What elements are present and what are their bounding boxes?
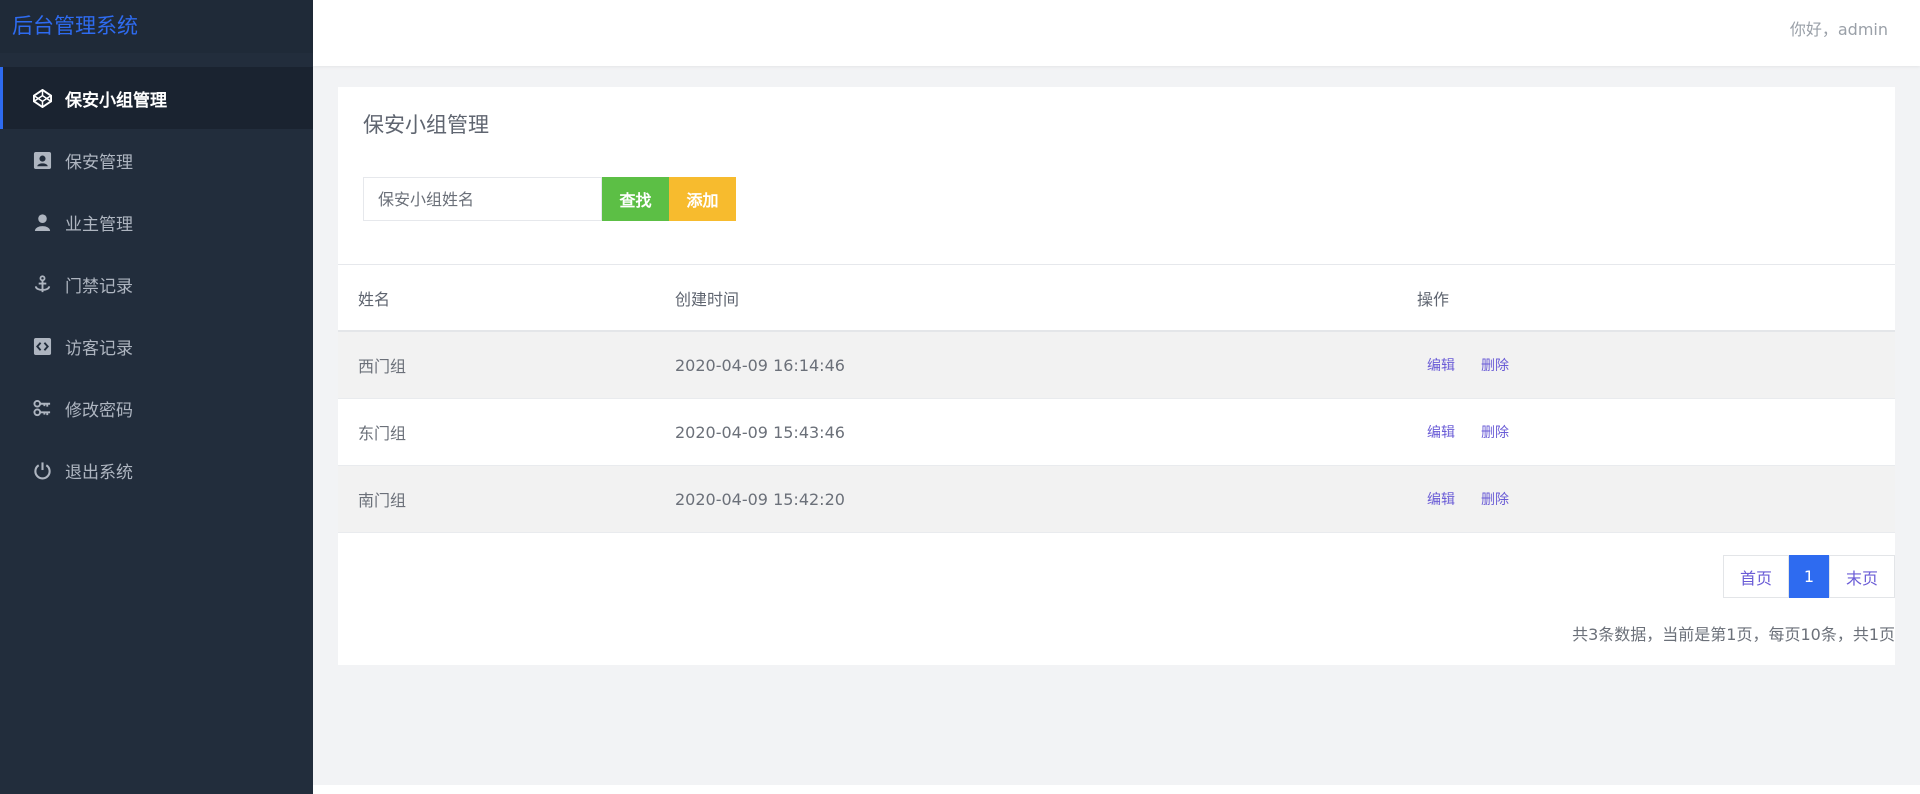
app-title: 后台管理系统 <box>0 0 313 53</box>
page-title: 保安小组管理 <box>363 113 489 137</box>
sidebar-item-label: 访客记录 <box>65 338 133 359</box>
sidebar-item-change-password[interactable]: 修改密码 <box>0 377 313 439</box>
cell-created: 2020-04-09 15:43:46 <box>675 422 845 442</box>
code-square-icon <box>33 337 52 356</box>
table-row: 西门组 2020-04-09 16:14:46 编辑 删除 <box>338 332 1895 399</box>
sidebar-item-guards[interactable]: 保安管理 <box>0 129 313 191</box>
header-created: 创建时间 <box>675 289 740 309</box>
sidebar-item-label: 保安管理 <box>65 152 133 173</box>
first-page-button[interactable]: 首页 <box>1723 555 1789 598</box>
search-input[interactable] <box>363 177 602 221</box>
sidebar: 后台管理系统 保安小组管理 保安管理 业主管理 门禁记录 访客记录 修改密码 退… <box>0 0 313 794</box>
cell-actions: 编辑 删除 <box>1417 422 1525 442</box>
content-card: 保安小组管理 查找 添加 姓名 创建时间 操作 西门组 2020-04-09 1… <box>338 87 1895 665</box>
page-number-button[interactable]: 1 <box>1789 555 1829 598</box>
cell-actions: 编辑 删除 <box>1417 489 1525 509</box>
codepen-icon <box>33 88 52 108</box>
delete-link[interactable]: 删除 <box>1481 425 1509 441</box>
edit-link[interactable]: 编辑 <box>1427 425 1455 441</box>
delete-link[interactable]: 删除 <box>1481 492 1509 508</box>
sidebar-item-access-records[interactable]: 门禁记录 <box>0 253 313 315</box>
power-icon <box>33 461 52 480</box>
cell-created: 2020-04-09 15:42:20 <box>675 489 845 509</box>
cell-name: 东门组 <box>358 424 407 443</box>
cell-name: 西门组 <box>358 357 407 376</box>
search-button[interactable]: 查找 <box>602 177 669 221</box>
last-page-button[interactable]: 末页 <box>1829 555 1895 598</box>
sidebar-nav: 保安小组管理 保安管理 业主管理 门禁记录 访客记录 修改密码 退出系统 <box>0 67 313 501</box>
delete-link[interactable]: 删除 <box>1481 358 1509 374</box>
id-card-icon <box>33 151 52 170</box>
cell-name: 南门组 <box>358 491 407 510</box>
sidebar-item-visitor-records[interactable]: 访客记录 <box>0 315 313 377</box>
sidebar-item-label: 业主管理 <box>65 214 133 235</box>
sidebar-item-owners[interactable]: 业主管理 <box>0 191 313 253</box>
header-name: 姓名 <box>358 289 391 309</box>
sidebar-item-label: 门禁记录 <box>65 276 133 297</box>
edit-link[interactable]: 编辑 <box>1427 358 1455 374</box>
edit-link[interactable]: 编辑 <box>1427 492 1455 508</box>
sidebar-item-label: 退出系统 <box>65 462 133 483</box>
keys-icon <box>33 399 52 418</box>
cell-actions: 编辑 删除 <box>1417 355 1525 375</box>
table-row: 东门组 2020-04-09 15:43:46 编辑 删除 <box>338 399 1895 466</box>
pagination-summary: 共3条数据，当前是第1页，每页10条，共1页 <box>1572 625 1895 644</box>
table-row: 南门组 2020-04-09 15:42:20 编辑 删除 <box>338 466 1895 533</box>
sidebar-item-label: 修改密码 <box>65 400 133 421</box>
sidebar-item-guard-groups[interactable]: 保安小组管理 <box>0 67 313 129</box>
top-header: 你好，admin <box>313 0 1920 66</box>
pagination: 首页 1 末页 <box>1723 555 1895 598</box>
header-actions: 操作 <box>1417 289 1450 309</box>
user-greeting[interactable]: 你好，admin <box>1790 16 1888 40</box>
groups-table: 姓名 创建时间 操作 西门组 2020-04-09 16:14:46 编辑 删除 … <box>338 264 1895 533</box>
cell-created: 2020-04-09 16:14:46 <box>675 355 845 375</box>
sidebar-item-label: 保安小组管理 <box>65 90 167 111</box>
anchor-icon <box>33 274 52 294</box>
sidebar-item-logout[interactable]: 退出系统 <box>0 439 313 501</box>
add-button[interactable]: 添加 <box>669 177 736 221</box>
user-icon <box>33 213 52 232</box>
footer-bar <box>313 785 1920 794</box>
table-header-row: 姓名 创建时间 操作 <box>338 265 1895 332</box>
